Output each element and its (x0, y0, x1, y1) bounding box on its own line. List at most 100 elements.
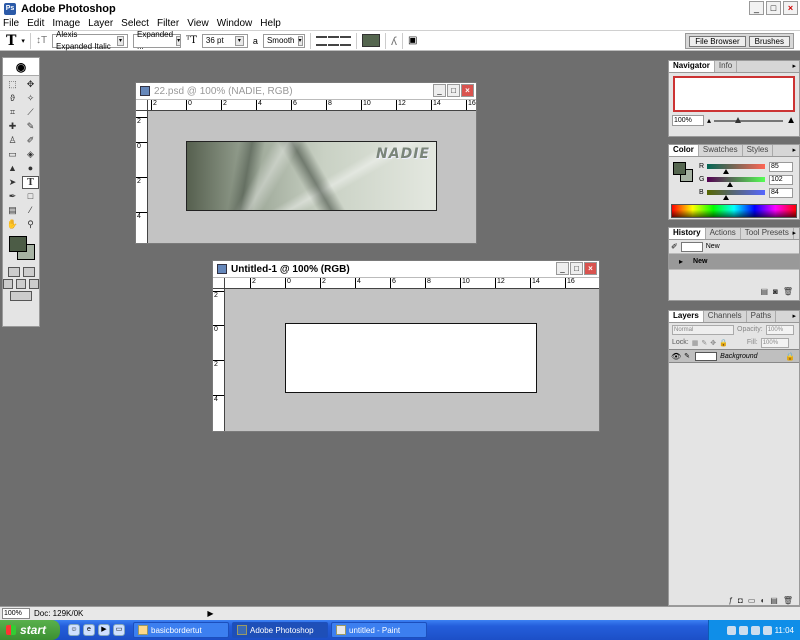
history-brush-tool-icon[interactable]: ✐ (22, 134, 39, 147)
magic-wand-tool-icon[interactable]: ✧ (22, 92, 39, 105)
screen-mode-standard-icon[interactable] (3, 279, 13, 289)
warp-text-icon[interactable]: ʎ (391, 34, 397, 48)
minimize-button[interactable]: _ (749, 1, 764, 15)
menu-layer[interactable]: Layer (88, 18, 113, 29)
menu-help[interactable]: Help (260, 18, 281, 29)
horizontal-ruler[interactable]: 2 0 2 4 6 8 10 12 14 16 (148, 100, 476, 111)
white-canvas[interactable] (285, 323, 537, 393)
delete-layer-icon[interactable]: 🗑 (783, 596, 793, 605)
navigator-zoom-field[interactable]: 100% (672, 115, 704, 126)
adobe-online-eye-icon[interactable]: ◉ (3, 58, 39, 76)
blue-thumb[interactable] (723, 195, 730, 200)
type-tool-icon[interactable]: T (22, 176, 39, 189)
red-value-field[interactable]: 85 (769, 161, 793, 172)
blue-value-field[interactable]: 84 (769, 187, 793, 198)
layer-row-background[interactable]: 👁 ✎ Background 🔒 (669, 349, 799, 363)
tab-layers[interactable]: Layers (669, 311, 704, 322)
red-slider[interactable] (707, 164, 765, 174)
new-layer-icon[interactable]: ▤ (770, 596, 778, 605)
menu-image[interactable]: Image (52, 18, 80, 29)
align-right-icon[interactable] (339, 35, 351, 46)
layer-visibility-eye-icon[interactable]: 👁 (671, 352, 681, 361)
zoom-tool-icon[interactable]: ⚲ (22, 218, 39, 231)
standard-mode-icon[interactable] (7, 267, 20, 277)
eyedropper-tool-icon[interactable]: ⁄ (22, 204, 39, 217)
ruler-origin[interactable] (213, 278, 225, 289)
tray-network-icon[interactable] (726, 625, 736, 635)
pen-tool-icon[interactable]: ✒ (4, 190, 21, 203)
tab-swatches[interactable]: Swatches (699, 145, 743, 156)
close-button[interactable]: × (783, 1, 798, 15)
blue-slider[interactable] (707, 190, 765, 200)
align-center-icon[interactable] (327, 35, 339, 46)
quick-mask-mode-icon[interactable] (22, 267, 35, 277)
lock-position-icon[interactable]: ✥ (710, 339, 716, 347)
hand-tool-icon[interactable]: ✋ (4, 218, 21, 231)
document-title-bar[interactable]: Untitled-1 @ 100% (RGB) _ □ × (213, 261, 599, 278)
doc-maximize-button[interactable]: □ (447, 84, 460, 97)
blend-mode-dropdown[interactable]: Normal (672, 324, 734, 335)
start-button[interactable]: start (0, 620, 60, 640)
navigator-preview[interactable] (673, 76, 795, 112)
doc-close-button[interactable]: × (461, 84, 474, 97)
status-menu-arrow-icon[interactable]: ▶ (207, 609, 213, 618)
doc-close-button[interactable]: × (584, 262, 597, 275)
menu-edit[interactable]: Edit (27, 18, 44, 29)
font-style-dropdown[interactable]: Expanded ... ▾ (133, 30, 182, 51)
clock[interactable]: 11:04 (775, 626, 794, 635)
navigator-zoom-slider[interactable] (714, 116, 784, 123)
antialias-dropdown[interactable]: Smooth ▾ (262, 33, 305, 48)
quick-launch-browser-icon[interactable]: e (83, 624, 95, 636)
quick-launch-messenger-icon[interactable]: ☺ (68, 624, 80, 636)
palette-menu-arrow-icon[interactable]: ▸ (792, 312, 796, 320)
preset-arrow-icon[interactable]: ▾ (21, 37, 25, 45)
task-untitled-paint[interactable]: untitled - Paint (331, 622, 427, 638)
vertical-ruler[interactable]: 2 0 2 4 (136, 111, 148, 243)
font-size-dropdown[interactable]: 36 pt ▾ (201, 33, 248, 48)
type-tool-preset-icon[interactable]: T (6, 33, 16, 49)
move-tool-icon[interactable]: ✥ (22, 78, 39, 91)
text-orientation-icon[interactable]: ↕T (36, 35, 47, 46)
tab-color[interactable]: Color (669, 145, 699, 156)
history-brush-source-icon[interactable]: ✐ (671, 242, 678, 251)
menu-window[interactable]: Window (217, 18, 253, 29)
horizontal-ruler[interactable]: 2 0 2 4 6 8 10 12 14 16 (225, 278, 599, 289)
jump-to-imageready-icon[interactable] (10, 291, 32, 301)
maximize-button[interactable]: □ (766, 1, 781, 15)
lasso-tool-icon[interactable]: ϑ (4, 92, 21, 105)
shape-tool-icon[interactable]: □ (22, 190, 39, 203)
green-thumb[interactable] (727, 182, 734, 187)
new-document-from-state-icon[interactable]: ▤ (760, 287, 768, 296)
tab-history[interactable]: History (669, 228, 706, 239)
marquee-tool-icon[interactable]: ⬚ (4, 78, 21, 91)
menu-file[interactable]: File (3, 18, 19, 29)
layer-link-icon[interactable]: ✎ (684, 352, 692, 360)
path-selection-tool-icon[interactable]: ➤ (4, 176, 21, 189)
history-snapshot[interactable]: ✐ New (669, 240, 799, 254)
menu-select[interactable]: Select (121, 18, 149, 29)
crop-tool-icon[interactable]: ⌗ (4, 106, 21, 119)
align-left-icon[interactable] (315, 35, 327, 46)
tray-messenger-icon[interactable] (762, 625, 772, 635)
tab-paths[interactable]: Paths (747, 311, 777, 322)
slider-thumb[interactable] (734, 116, 741, 123)
brush-tool-icon[interactable]: ✎ (22, 120, 39, 133)
history-state[interactable]: ▸ New (669, 254, 799, 270)
text-color-swatch[interactable] (361, 34, 380, 47)
banner-image[interactable]: NADIE (186, 141, 437, 211)
lock-transparency-icon[interactable]: ▦ (692, 339, 699, 347)
ruler-origin[interactable] (136, 100, 148, 111)
doc-minimize-button[interactable]: _ (433, 84, 446, 97)
tab-tool-presets[interactable]: Tool Presets (741, 228, 794, 239)
menu-view[interactable]: View (187, 18, 209, 29)
add-layer-mask-icon[interactable]: ◘ (738, 596, 743, 605)
vertical-ruler[interactable]: 2 0 2 4 (213, 289, 225, 431)
dodge-tool-icon[interactable]: ● (22, 162, 39, 175)
red-thumb[interactable] (723, 169, 730, 174)
palette-well-tab-brushes[interactable]: Brushes (748, 35, 790, 47)
palette-well-tab-file-browser[interactable]: File Browser (689, 35, 746, 47)
menu-filter[interactable]: Filter (157, 18, 179, 29)
opacity-field[interactable]: 100% (765, 324, 794, 335)
screen-mode-full-icon[interactable] (29, 279, 39, 289)
blur-tool-icon[interactable]: ▲ (4, 162, 21, 175)
